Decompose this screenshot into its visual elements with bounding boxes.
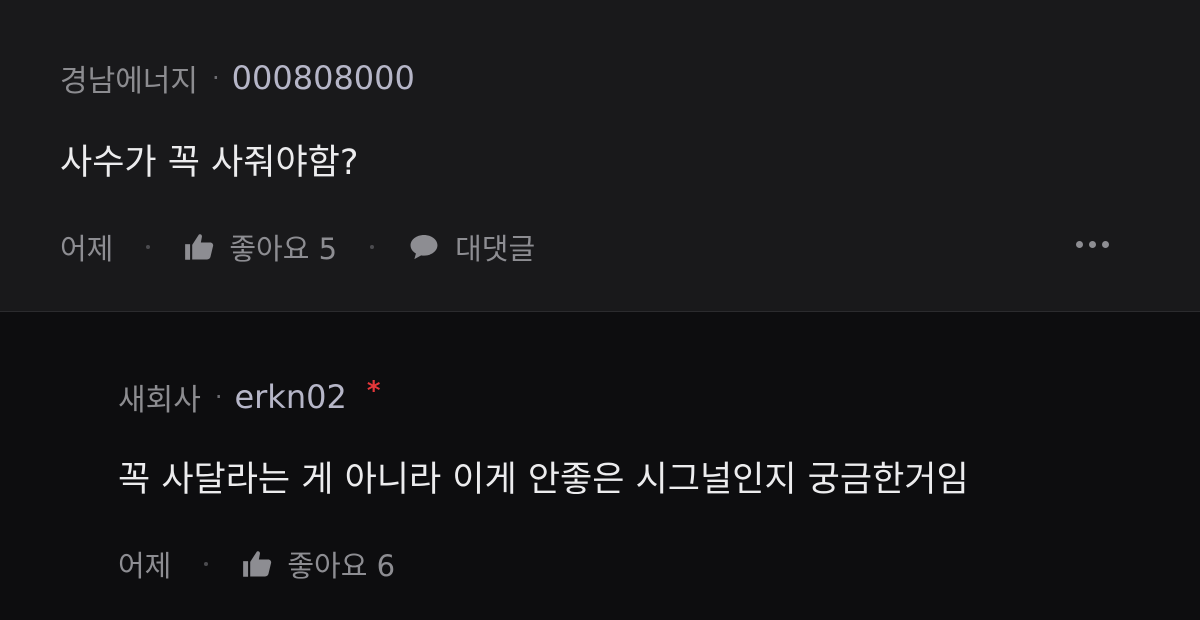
timestamp: 어제 [118,549,172,583]
more-dot [1089,241,1096,248]
action-separator [146,245,151,249]
company-name[interactable]: 경남에너지 [60,56,198,100]
comment-actions: 어제 좋아요 5 대댓글 [60,226,535,268]
action-separator [204,562,209,566]
meta-separator: · [214,383,223,411]
action-separator [370,245,375,249]
company-name[interactable]: 새회사 [118,375,201,419]
reply-button[interactable]: 대댓글 [455,226,535,268]
thumbs-up-icon[interactable] [241,547,275,581]
author-marker: * [366,376,381,406]
more-options-icon[interactable] [1076,241,1109,248]
like-label: 좋아요 [287,549,368,583]
like-count: 6 [376,549,396,583]
like-button[interactable]: 좋아요 5 [229,226,337,268]
comment-card: 경남에너지 · 000808000 사수가 꼭 사줘야함? 어제 좋아요 5 대… [0,0,1200,312]
username[interactable]: 000808000 [232,59,415,97]
reply-text: 꼭 사달라는 게 아니라 이게 안좋은 시그널인지 궁금한거임 [118,460,969,500]
more-dot [1076,241,1083,248]
like-button[interactable]: 좋아요 6 [287,543,395,585]
like-label: 좋아요 [229,232,310,266]
comment-text: 사수가 꼭 사줘야함? [60,143,359,183]
timestamp: 어제 [60,232,114,266]
username[interactable]: erkn02 [234,378,346,416]
speech-bubble-icon[interactable] [407,230,441,264]
reply-card: 새회사 · erkn02 * 꼭 사달라는 게 아니라 이게 안좋은 시그널인지… [0,313,1200,620]
thumbs-up-icon[interactable] [183,230,217,264]
more-dot [1102,241,1109,248]
reply-author-line: 새회사 · erkn02 * [118,375,380,419]
meta-separator: · [212,64,220,92]
like-count: 5 [318,232,338,266]
reply-actions: 어제 좋아요 6 [118,543,395,585]
comment-author-line: 경남에너지 · 000808000 [60,56,415,100]
